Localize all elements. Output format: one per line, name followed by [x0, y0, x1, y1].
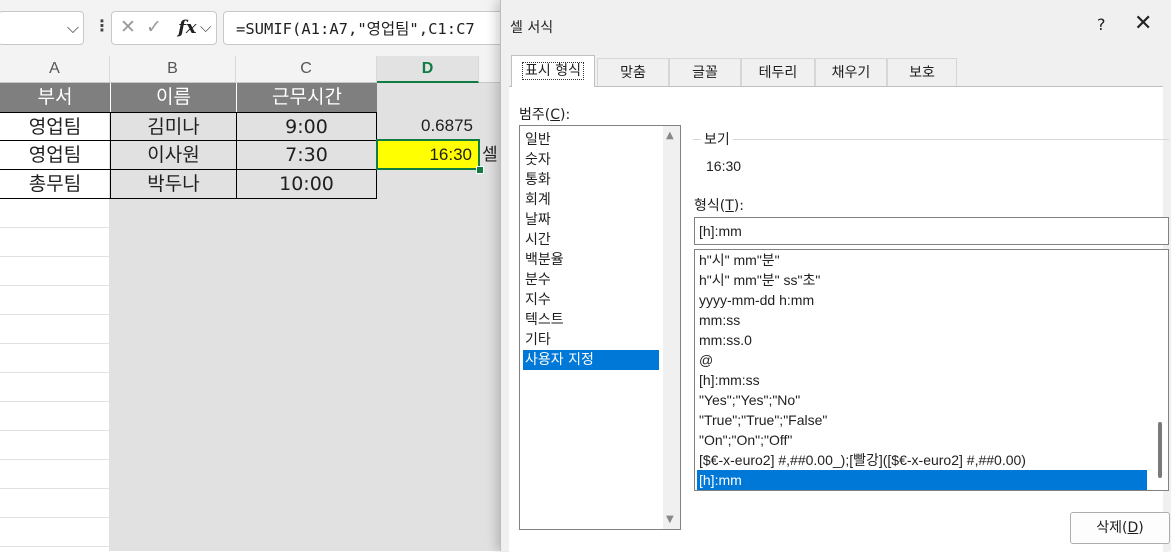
column-header-a[interactable]: A	[0, 56, 110, 83]
format-scrollbar-thumb[interactable]	[1158, 422, 1162, 478]
delete-button[interactable]: 삭제(D)	[1070, 512, 1170, 544]
list-item-selected[interactable]: 사용자 지정	[523, 350, 659, 370]
chevron-down-icon[interactable]: ⌵	[67, 18, 79, 38]
list-item[interactable]: [$€-x-euro2] #,##0.00_);[빨강]([$€-x-euro2…	[697, 450, 1147, 470]
list-item[interactable]: 텍스트	[523, 310, 659, 330]
tab-number[interactable]: 표시 형식	[511, 55, 595, 87]
cell-e3-partial[interactable]: 셀	[482, 141, 502, 169]
column-header-b[interactable]: B	[110, 56, 236, 83]
table-cell[interactable]: 박두나	[110, 169, 237, 199]
table-cell[interactable]: 이사원	[110, 140, 237, 170]
list-item[interactable]: "True";"True";"False"	[697, 410, 1147, 430]
list-item[interactable]: mm:ss.0	[697, 330, 1147, 350]
enter-icon[interactable]: ✓	[146, 16, 162, 38]
close-icon[interactable]: ✕	[1134, 11, 1152, 36]
category-scrollbar[interactable]: ▲ ▼	[663, 126, 680, 529]
list-item[interactable]: h"시" mm"분"	[697, 250, 1147, 270]
sample-group	[693, 139, 1169, 198]
list-item[interactable]: 일반	[523, 130, 659, 150]
tab-border[interactable]: 테두리	[741, 58, 815, 86]
tab-font[interactable]: 글꼴	[669, 58, 741, 86]
table-cell[interactable]: 7:30	[236, 140, 377, 170]
cell-d2[interactable]: 0.6875	[377, 112, 479, 141]
list-item[interactable]: 숫자	[523, 150, 659, 170]
scroll-down-icon[interactable]: ▼	[666, 514, 674, 525]
category-label: 범주(C):	[519, 107, 571, 123]
table-cell[interactable]: 영업팀	[0, 140, 111, 170]
sample-value: 16:30	[706, 158, 742, 174]
table-cell[interactable]: 김미나	[110, 112, 237, 141]
list-item[interactable]: 지수	[523, 290, 659, 310]
list-item[interactable]: mm:ss	[697, 310, 1147, 330]
table-cell[interactable]: 총무팀	[0, 169, 111, 199]
header-cell-department[interactable]: 부서	[0, 83, 110, 112]
help-icon[interactable]: ?	[1097, 15, 1106, 34]
column-header-d[interactable]: D	[377, 56, 479, 83]
scroll-up-icon[interactable]: ▲	[666, 130, 674, 141]
list-item[interactable]: 기타	[523, 330, 659, 350]
list-item[interactable]: [h]:mm:ss	[697, 370, 1147, 390]
table-cell[interactable]: 10:00	[236, 169, 377, 199]
name-box[interactable]: ⌵	[0, 11, 84, 45]
formula-controls: ✕ ✓ fx ⌵	[111, 11, 217, 45]
list-item[interactable]: "On";"On";"Off"	[697, 430, 1147, 450]
more-options-icon[interactable]: ⋮	[94, 16, 110, 35]
header-cell-name[interactable]: 이름	[110, 83, 236, 112]
table-cell[interactable]: 영업팀	[0, 112, 111, 141]
header-cell-hours[interactable]: 근무시간	[236, 83, 377, 112]
cancel-icon[interactable]: ✕	[120, 16, 136, 38]
table-cell[interactable]: 9:00	[236, 112, 377, 141]
list-item[interactable]: yyyy-mm-dd h:mm	[697, 290, 1147, 310]
column-header-c[interactable]: C	[236, 56, 377, 83]
list-item-selected[interactable]: [h]:mm	[697, 470, 1147, 490]
insert-function-icon[interactable]: fx	[178, 17, 196, 38]
list-item[interactable]: 날짜	[523, 210, 659, 230]
dialog-title: 셀 서식	[510, 20, 554, 36]
cell-d3-selected[interactable]: 16:30	[376, 139, 480, 170]
sample-label: 보기	[701, 129, 733, 149]
format-list[interactable]: h"시" mm"분" h"시" mm"분" ss"초" yyyy-mm-dd h…	[694, 249, 1169, 491]
tab-protection[interactable]: 보호	[887, 58, 957, 86]
list-item[interactable]: 회계	[523, 190, 659, 210]
list-item[interactable]: 통화	[523, 170, 659, 190]
category-list[interactable]: 일반 숫자 통화 회계 날짜 시간 백분율 분수 지수 텍스트 기타 사용자 지…	[519, 125, 681, 530]
formula-input[interactable]: =SUMIF(A1:A7,"영업팀",C1:C7	[223, 11, 513, 45]
tab-fill[interactable]: 채우기	[815, 58, 887, 86]
list-item[interactable]: 분수	[523, 270, 659, 290]
list-item[interactable]: 백분율	[523, 250, 659, 270]
type-label: 형식(T):	[694, 198, 744, 214]
list-item[interactable]: 시간	[523, 230, 659, 250]
format-cells-dialog: 셀 서식 ? ✕ 표시 형식 맞춤 글꼴 테두리 채우기 보호 범주(C): 일…	[500, 0, 1171, 552]
list-item[interactable]: h"시" mm"분" ss"초"	[697, 270, 1147, 290]
format-type-input[interactable]: [h]:mm	[694, 217, 1169, 245]
list-item[interactable]: @	[697, 350, 1147, 370]
list-item[interactable]: "Yes";"Yes";"No"	[697, 390, 1147, 410]
chevron-down-icon[interactable]: ⌵	[200, 18, 211, 36]
tab-alignment[interactable]: 맞춤	[597, 58, 669, 86]
